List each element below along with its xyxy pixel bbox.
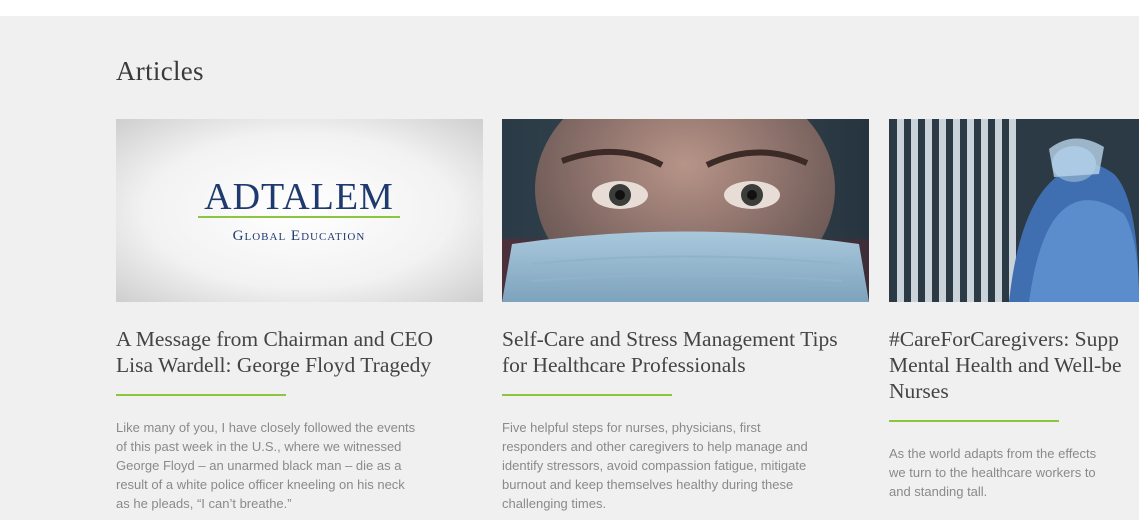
article-title[interactable]: #CareForCaregivers: Supp Mental Health a… [889,326,1139,404]
article-thumbnail[interactable] [889,119,1139,302]
article-description: As the world adapts from the effects we … [889,446,1097,499]
articles-section: Articles ADTALEM Global Education A Mess… [0,16,1139,520]
logo-wordmark: ADTALEM [204,176,394,218]
section-title: Articles [116,56,204,86]
accent-divider [116,394,286,396]
nurses-hugging-image [889,119,1139,302]
logo-tagline: Global Education [233,228,366,244]
article-title[interactable]: Self-Care and Stress Management Tips for… [502,326,869,378]
article-card[interactable]: Self-Care and Stress Management Tips for… [502,119,869,513]
article-card[interactable]: ADTALEM Global Education A Message from … [116,119,483,513]
article-thumbnail[interactable]: ADTALEM Global Education [116,119,483,302]
article-description: Five helpful steps for nurses, physician… [502,420,808,511]
accent-divider [502,394,672,396]
accent-divider [889,420,1059,422]
article-description: Like many of you, I have closely followe… [116,420,416,511]
masked-healthcare-worker-image [502,119,869,302]
article-thumbnail[interactable] [502,119,869,302]
article-card[interactable]: #CareForCaregivers: Supp Mental Health a… [889,119,1139,501]
adtalem-logo-image: ADTALEM Global Education [116,119,483,302]
article-title[interactable]: A Message from Chairman and CEO Lisa War… [116,326,483,378]
